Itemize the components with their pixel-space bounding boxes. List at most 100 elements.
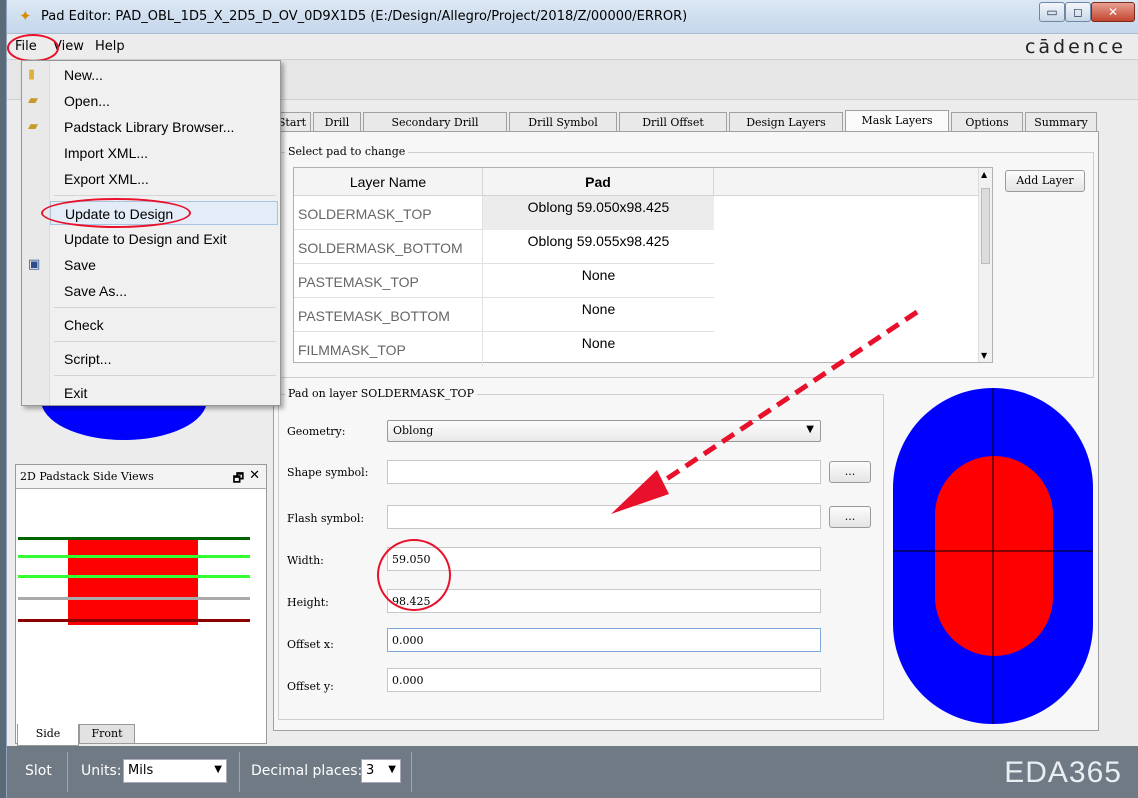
maximize-button[interactable]: ◻ xyxy=(1065,2,1091,22)
offset-x-label: Offset x: xyxy=(287,638,334,651)
decimal-places-value: 3 xyxy=(366,763,375,778)
width-label: Width: xyxy=(287,554,324,567)
side-view-drawing xyxy=(18,537,250,625)
close-icon[interactable]: ✕ xyxy=(249,468,260,483)
folder-icon: ▰ xyxy=(28,93,38,108)
menu-bar: File View Help cādence xyxy=(7,34,1138,60)
folder-icon: ▰ xyxy=(28,119,38,134)
width-field[interactable]: 59.050 xyxy=(387,547,821,571)
window-title: Pad Editor: PAD_OBL_1D5_X_2D5_D_OV_0D9X1… xyxy=(41,9,688,24)
tab-drill-offset[interactable]: Drill Offset xyxy=(619,112,727,132)
menu-item-script[interactable]: Script... xyxy=(50,347,278,371)
tab-front[interactable]: Front xyxy=(79,724,135,744)
layer-name-cell: PASTEMASK_TOP xyxy=(294,264,483,298)
save-icon: ▣ xyxy=(28,257,41,272)
table-row[interactable]: SOLDERMASK_TOP Oblong 59.050x98.425 xyxy=(294,196,714,230)
menu-icon-gutter xyxy=(22,61,50,405)
table-row[interactable]: PASTEMASK_TOP None xyxy=(294,264,714,298)
top-view-pad-preview xyxy=(41,400,207,440)
menu-item-save[interactable]: Save xyxy=(50,253,278,277)
menu-separator xyxy=(54,307,276,308)
column-header-pad: Pad xyxy=(483,168,714,196)
tab-secondary-drill[interactable]: Secondary Drill xyxy=(363,112,507,132)
menu-item-export-xml[interactable]: Export XML... xyxy=(50,167,278,191)
pad-editor-icon: ✦ xyxy=(19,7,32,25)
slot-label: Slot xyxy=(25,763,52,779)
status-bar: Slot Units: Mils ▼ Decimal places: 3 ▼ E… xyxy=(7,746,1138,798)
layer-name-cell: FILMMASK_TOP xyxy=(294,332,483,366)
tab-drill[interactable]: Drill xyxy=(313,112,361,132)
select-pad-label: Select pad to change xyxy=(285,145,409,158)
height-label: Height: xyxy=(287,596,329,609)
minimize-button[interactable]: ▭ xyxy=(1039,2,1065,22)
scroll-down-icon[interactable]: ▼ xyxy=(981,351,987,360)
table-scrollbar[interactable]: ▲ ▼ xyxy=(978,168,992,362)
tab-design-layers[interactable]: Design Layers xyxy=(729,112,843,132)
chevron-down-icon: ▼ xyxy=(214,764,222,775)
decimal-places-select[interactable]: 3 ▼ xyxy=(361,759,401,783)
tab-side[interactable]: Side xyxy=(17,724,79,746)
annotation-arrow xyxy=(611,309,919,514)
offset-y-field[interactable]: 0.000 xyxy=(387,668,821,692)
menu-item-open[interactable]: Open... xyxy=(50,89,278,113)
add-layer-button[interactable]: Add Layer xyxy=(1005,170,1085,192)
menu-help[interactable]: Help xyxy=(95,39,125,54)
menu-item-import-xml[interactable]: Import XML... xyxy=(50,141,278,165)
geometry-value: Oblong xyxy=(393,424,434,437)
column-header-layer-name: Layer Name xyxy=(294,168,483,196)
tab-drill-symbol[interactable]: Drill Symbol xyxy=(509,112,617,132)
menu-item-update-to-design-and-exit[interactable]: Update to Design and Exit xyxy=(50,227,278,251)
shape-symbol-label: Shape symbol: xyxy=(287,466,369,479)
menu-item-exit[interactable]: Exit xyxy=(50,381,278,405)
tab-summary[interactable]: Summary xyxy=(1025,112,1097,132)
offset-y-label: Offset y: xyxy=(287,680,334,693)
geometry-label: Geometry: xyxy=(287,425,346,438)
scrollbar-thumb[interactable] xyxy=(981,188,990,264)
tab-bar: Start Drill Secondary Drill Drill Symbol… xyxy=(273,110,1099,132)
menu-item-padstack-library-browser[interactable]: Padstack Library Browser... xyxy=(50,115,278,139)
side-views-panel: 2D Padstack Side Views 🗗 ✕ xyxy=(15,464,267,744)
menu-item-save-as[interactable]: Save As... xyxy=(50,279,278,303)
column-header-empty xyxy=(714,168,978,196)
offset-x-field[interactable]: 0.000 xyxy=(387,628,821,652)
chevron-down-icon: ▼ xyxy=(388,764,396,775)
menu-separator xyxy=(54,375,276,376)
side-views-header: 2D Padstack Side Views 🗗 ✕ xyxy=(16,465,266,489)
layer-name-cell: PASTEMASK_BOTTOM xyxy=(294,298,483,332)
pad-on-layer-label: Pad on layer SOLDERMASK_TOP xyxy=(285,387,477,400)
menu-separator xyxy=(54,341,276,342)
width-height-annotation-ellipse xyxy=(377,539,451,611)
file-menu-dropdown: ▮ New... ▰ Open... ▰ Padstack Library Br… xyxy=(21,60,281,406)
pad-cell: None xyxy=(581,267,616,283)
tab-mask-layers[interactable]: Mask Layers xyxy=(845,110,949,132)
table-row[interactable]: SOLDERMASK_BOTTOM Oblong 59.055x98.425 xyxy=(294,230,714,264)
units-select[interactable]: Mils ▼ xyxy=(123,759,227,783)
new-file-icon: ▮ xyxy=(28,67,36,82)
pad-cell: Oblong 59.055x98.425 xyxy=(527,233,670,249)
units-value: Mils xyxy=(128,763,154,778)
status-separator xyxy=(67,752,68,792)
side-views-title: 2D Padstack Side Views xyxy=(20,470,154,483)
file-annotation-ellipse xyxy=(7,34,59,62)
update-to-design-annotation-ellipse xyxy=(41,198,191,228)
eda365-watermark: EDA365 xyxy=(1004,756,1122,789)
menu-separator xyxy=(54,195,276,196)
scroll-up-icon[interactable]: ▲ xyxy=(981,170,987,179)
units-label: Units: xyxy=(81,763,122,779)
cadence-logo: cādence xyxy=(1024,36,1126,58)
close-button[interactable]: ✕ xyxy=(1091,2,1135,22)
title-bar: ✦ Pad Editor: PAD_OBL_1D5_X_2D5_D_OV_0D9… xyxy=(7,0,1138,34)
layer-name-cell: SOLDERMASK_BOTTOM xyxy=(294,230,483,264)
float-icon[interactable]: 🗗 xyxy=(233,469,244,490)
flash-symbol-label: Flash symbol: xyxy=(287,512,365,525)
pad-cell: Oblong 59.050x98.425 xyxy=(483,196,714,230)
status-separator xyxy=(411,752,412,792)
decimal-places-label: Decimal places: xyxy=(251,763,363,779)
status-separator xyxy=(239,752,240,792)
height-field[interactable]: 98.425 xyxy=(387,589,821,613)
menu-item-new[interactable]: New... xyxy=(50,63,278,87)
layer-name-cell: SOLDERMASK_TOP xyxy=(294,196,483,230)
pad-editor-window: ✦ Pad Editor: PAD_OBL_1D5_X_2D5_D_OV_0D9… xyxy=(6,0,1138,798)
tab-options[interactable]: Options xyxy=(951,112,1023,132)
menu-item-check[interactable]: Check xyxy=(50,313,278,337)
